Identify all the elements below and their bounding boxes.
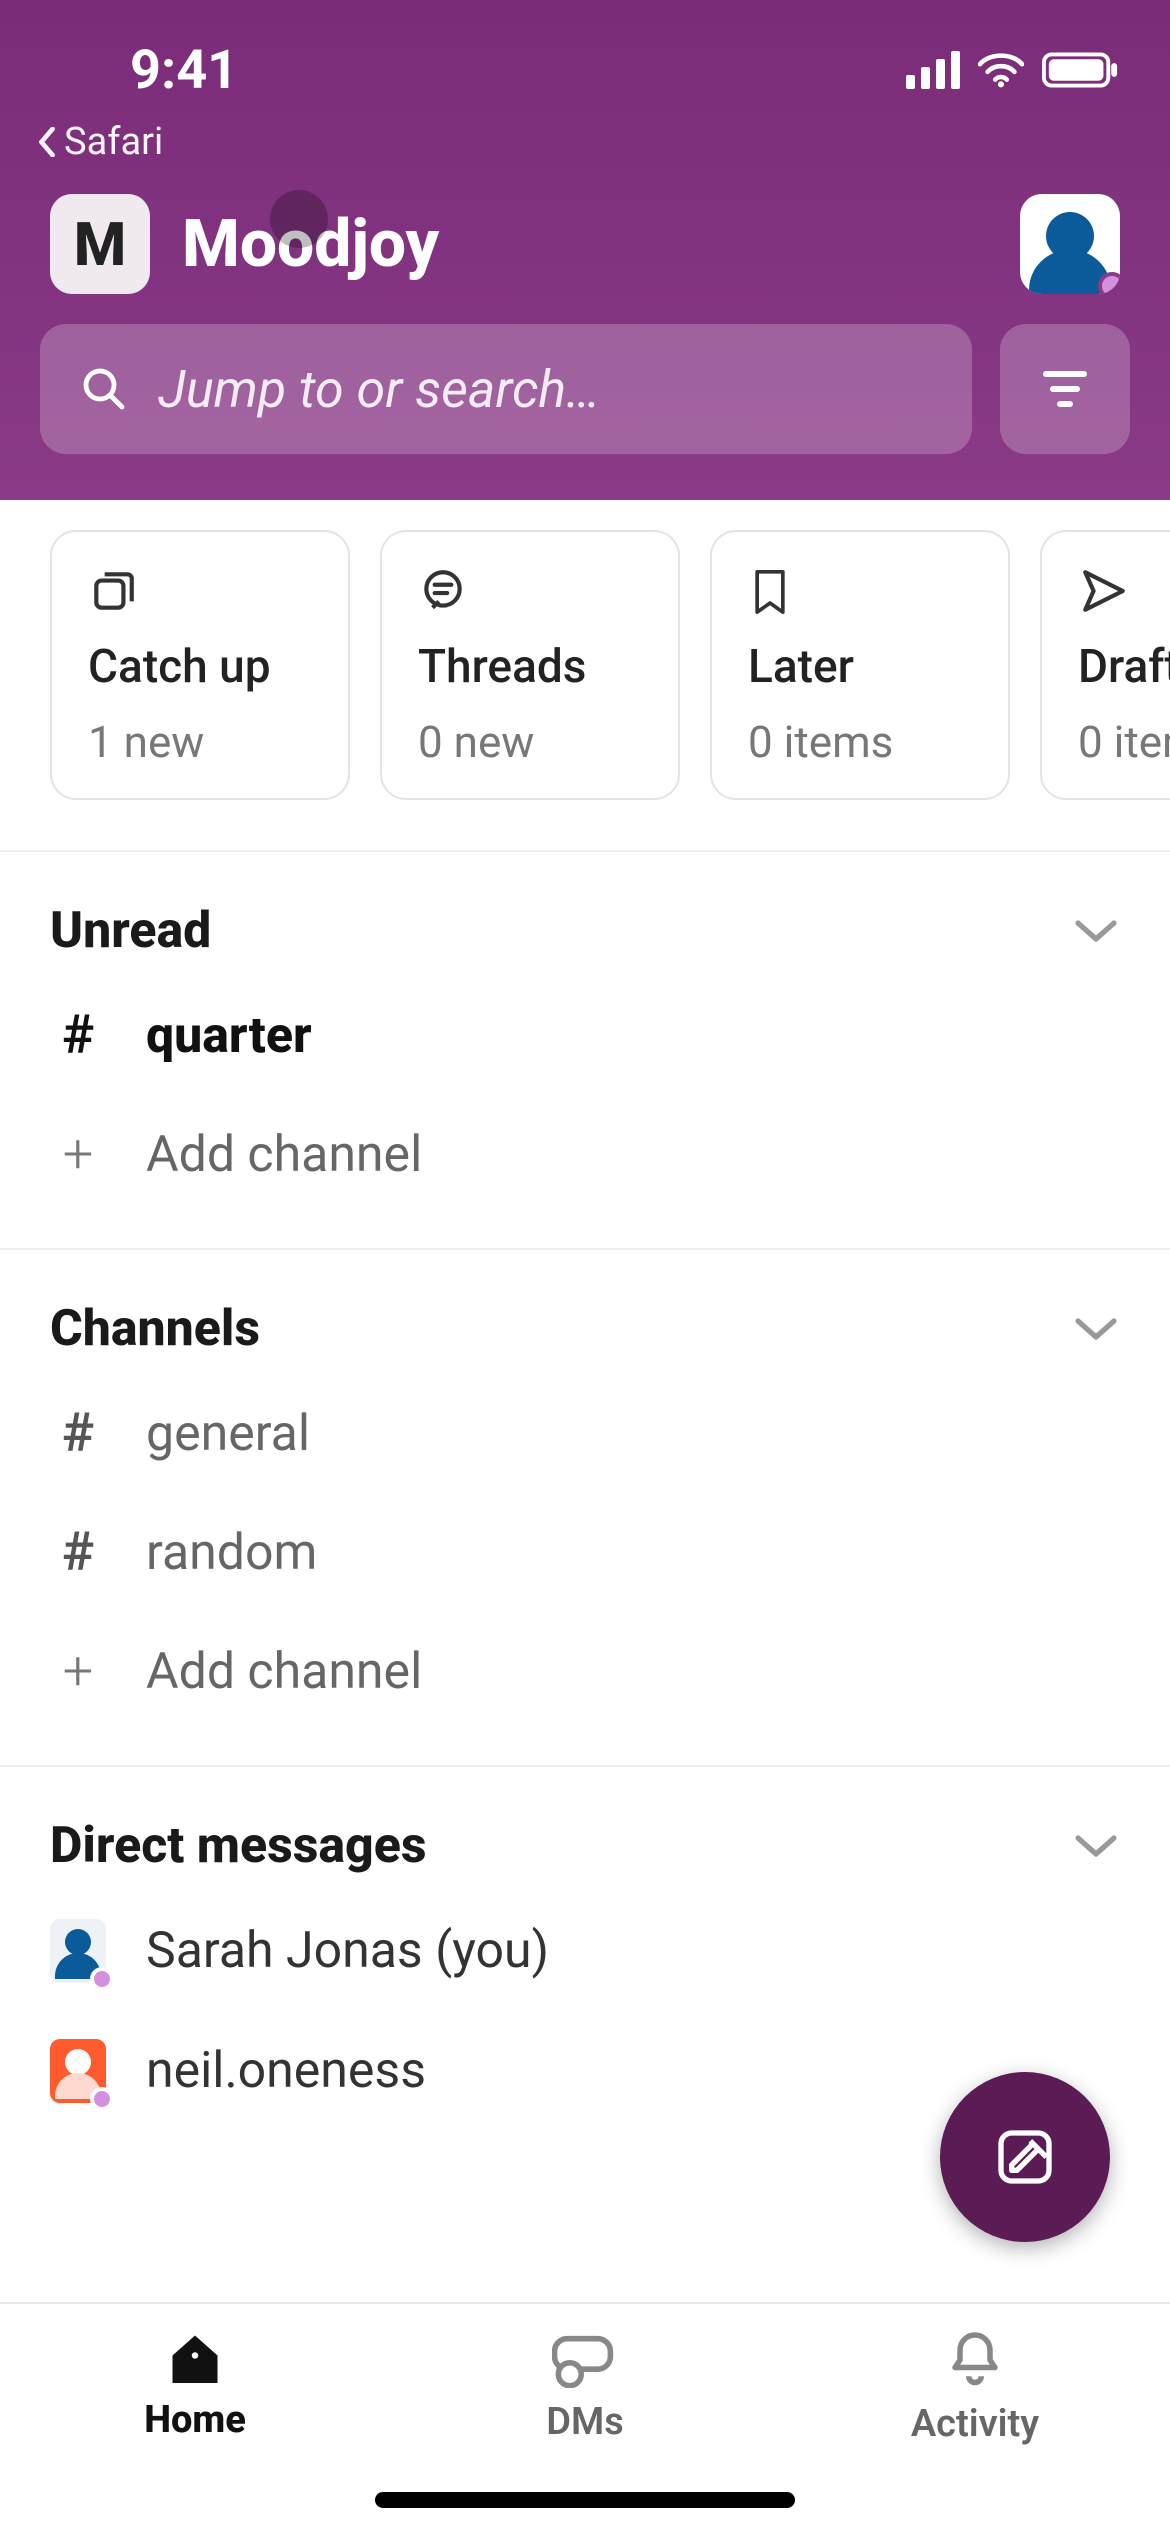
plus-icon: + <box>63 1123 94 1186</box>
dm-name: neil.oneness <box>146 2042 426 2100</box>
card-title: Drafts <box>1078 640 1170 694</box>
section-channels: Channels # general # random + Add channe… <box>0 1250 1170 1767</box>
section-header-dms[interactable]: Direct messages <box>0 1801 1170 1891</box>
presence-indicator <box>90 1967 114 1991</box>
tab-label: Home <box>144 2398 246 2442</box>
card-title: Later <box>748 640 972 694</box>
back-caret-icon <box>36 127 58 157</box>
plus-icon: + <box>63 1640 94 1703</box>
search-icon <box>80 365 128 413</box>
stack-icon <box>88 566 312 618</box>
add-channel-unread[interactable]: + Add channel <box>0 1095 1170 1214</box>
channel-general[interactable]: # general <box>0 1374 1170 1493</box>
workspace-badge[interactable]: M <box>50 194 150 294</box>
card-drafts[interactable]: Drafts 0 items <box>1040 530 1170 800</box>
dms-icon <box>552 2330 618 2388</box>
touch-indicator <box>270 190 328 248</box>
card-subtitle: 0 new <box>418 716 642 768</box>
header: 9:41 Safari M Moodjoy <box>0 0 1170 500</box>
card-subtitle: 1 new <box>88 716 312 768</box>
add-channel-channels[interactable]: + Add channel <box>0 1612 1170 1731</box>
home-indicator <box>375 2492 795 2508</box>
dm-self[interactable]: Sarah Jonas (you) <box>0 1891 1170 2011</box>
channel-name: quarter <box>146 1007 312 1065</box>
chevron-down-icon <box>1072 916 1120 946</box>
card-threads[interactable]: Threads 0 new <box>380 530 680 800</box>
channel-quarter[interactable]: # quarter <box>0 976 1170 1095</box>
card-subtitle: 0 items <box>1078 716 1170 768</box>
tab-label: Activity <box>911 2402 1039 2446</box>
back-app-label: Safari <box>64 120 163 164</box>
add-channel-label: Add channel <box>146 1126 422 1184</box>
section-title: Direct messages <box>50 1817 427 1875</box>
quick-cards-row[interactable]: Catch up 1 new Threads 0 new Later 0 ite… <box>0 480 1170 852</box>
wifi-icon <box>978 52 1024 88</box>
bell-icon <box>947 2330 1003 2390</box>
filter-icon <box>1043 371 1087 407</box>
channel-name: general <box>146 1405 310 1463</box>
chevron-down-icon <box>1072 1314 1120 1344</box>
compose-fab[interactable] <box>940 2072 1110 2242</box>
thread-icon <box>418 566 642 618</box>
search-input[interactable]: Jump to or search… <box>40 324 972 454</box>
card-later[interactable]: Later 0 items <box>710 530 1010 800</box>
section-header-unread[interactable]: Unread <box>0 886 1170 976</box>
home-icon <box>165 2330 225 2386</box>
section-title: Channels <box>50 1300 260 1358</box>
status-bar: 9:41 <box>0 0 1170 110</box>
cellular-icon <box>906 51 960 89</box>
section-header-channels[interactable]: Channels <box>0 1284 1170 1374</box>
avatar-icon <box>50 2039 106 2103</box>
battery-icon <box>1042 52 1120 88</box>
hash-icon: # <box>62 1004 94 1067</box>
tab-activity[interactable]: Activity <box>782 2330 1168 2446</box>
compose-icon <box>993 2125 1057 2189</box>
card-subtitle: 0 items <box>748 716 972 768</box>
tab-label: DMs <box>546 2400 624 2444</box>
card-catch-up[interactable]: Catch up 1 new <box>50 530 350 800</box>
presence-indicator <box>90 2087 114 2111</box>
profile-button[interactable] <box>1020 194 1120 294</box>
search-placeholder: Jump to or search… <box>158 359 600 420</box>
status-indicators <box>906 51 1120 89</box>
channel-random[interactable]: # random <box>0 1493 1170 1612</box>
content: Catch up 1 new Threads 0 new Later 0 ite… <box>0 480 1170 2302</box>
workspace-badge-letter: M <box>74 209 127 280</box>
status-time: 9:41 <box>50 39 238 102</box>
filter-button[interactable] <box>1000 324 1130 454</box>
chevron-down-icon <box>1072 1831 1120 1861</box>
avatar-icon <box>50 1919 106 1983</box>
hash-icon: # <box>62 1521 94 1584</box>
channel-name: random <box>146 1524 317 1582</box>
card-title: Catch up <box>88 640 312 694</box>
section-unread: Unread # quarter + Add channel <box>0 852 1170 1250</box>
presence-indicator <box>1098 272 1120 294</box>
bookmark-icon <box>748 566 972 618</box>
tab-bar: Home DMs Activity <box>0 2302 1170 2532</box>
add-channel-label: Add channel <box>146 1643 422 1701</box>
dm-name: Sarah Jonas (you) <box>146 1922 549 1980</box>
tab-dms[interactable]: DMs <box>392 2330 778 2444</box>
send-icon <box>1078 566 1170 618</box>
tab-home[interactable]: Home <box>2 2330 388 2442</box>
back-to-app[interactable]: Safari <box>0 110 1170 184</box>
card-title: Threads <box>418 640 642 694</box>
section-title: Unread <box>50 902 211 960</box>
hash-icon: # <box>62 1402 94 1465</box>
